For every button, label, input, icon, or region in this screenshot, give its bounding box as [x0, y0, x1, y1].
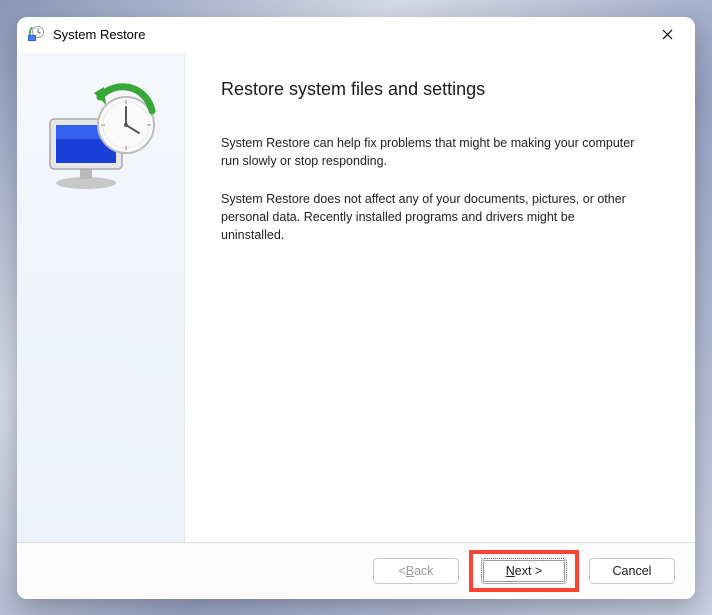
close-icon	[662, 29, 673, 40]
wizard-footer: < Back Next > Cancel	[17, 543, 695, 599]
description-paragraph-1: System Restore can help fix problems tha…	[221, 134, 641, 170]
window-title: System Restore	[53, 27, 649, 42]
close-button[interactable]	[649, 20, 685, 48]
wizard-body: Restore system files and settings System…	[17, 53, 695, 543]
back-button: < Back	[373, 558, 459, 584]
titlebar: System Restore	[17, 17, 695, 53]
wizard-content: Restore system files and settings System…	[185, 53, 695, 542]
description-paragraph-2: System Restore does not affect any of yo…	[221, 190, 641, 244]
next-button-highlight: Next >	[469, 550, 579, 592]
system-restore-window: System Restore	[17, 17, 695, 599]
next-button[interactable]: Next >	[481, 558, 567, 584]
system-restore-graphic	[36, 83, 166, 193]
cancel-button[interactable]: Cancel	[589, 558, 675, 584]
system-restore-icon	[27, 25, 45, 43]
page-heading: Restore system files and settings	[221, 79, 659, 100]
wizard-sidebar	[17, 53, 185, 542]
